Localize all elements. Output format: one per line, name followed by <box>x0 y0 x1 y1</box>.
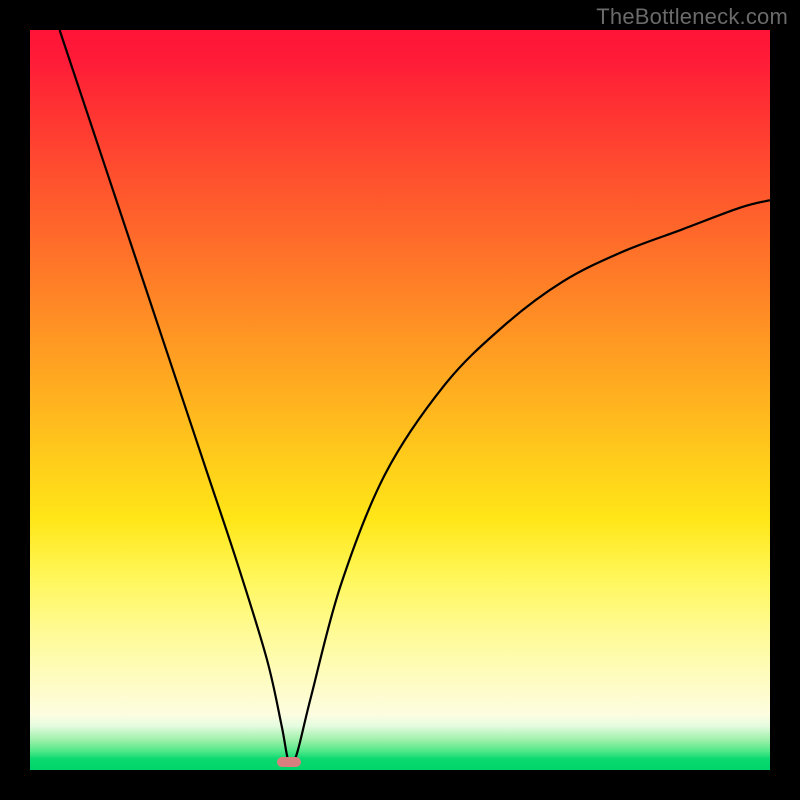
chart-svg <box>30 30 770 770</box>
bottleneck-curve-path <box>60 30 770 765</box>
watermark-text: TheBottleneck.com <box>596 4 788 30</box>
optimal-marker <box>277 757 301 767</box>
chart-plot-area <box>30 30 770 770</box>
